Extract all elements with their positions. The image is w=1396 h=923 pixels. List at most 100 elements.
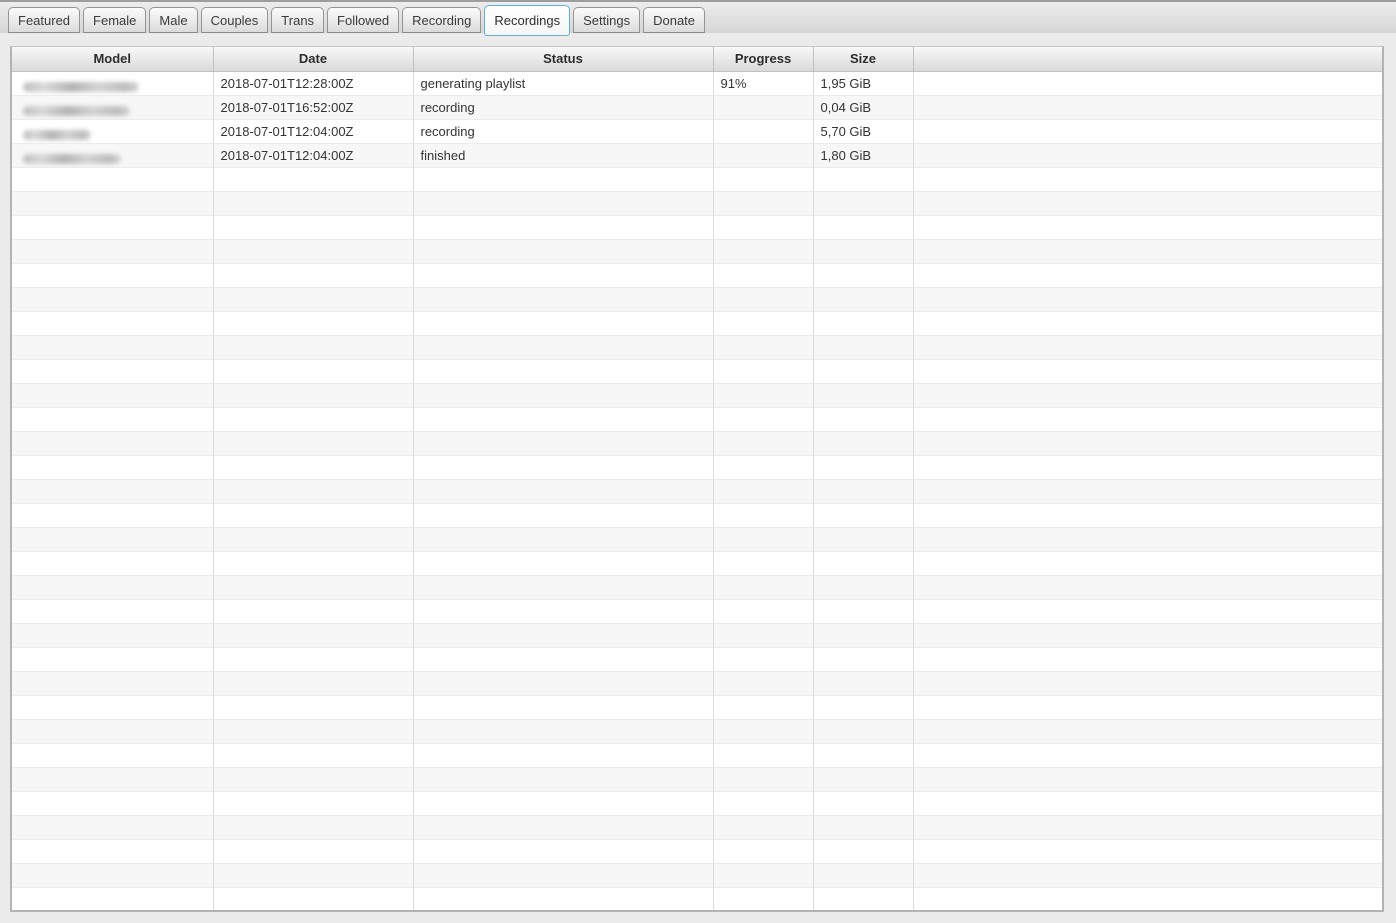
empty-cell xyxy=(213,527,414,552)
column-header-model[interactable]: Model xyxy=(12,47,214,72)
empty-cell xyxy=(213,575,414,600)
empty-row xyxy=(12,383,1382,408)
empty-cell xyxy=(713,503,814,528)
empty-cell xyxy=(913,719,1382,744)
empty-cell xyxy=(12,863,214,888)
tab-settings[interactable]: Settings xyxy=(573,7,641,33)
empty-row xyxy=(12,527,1382,552)
empty-cell xyxy=(213,743,414,768)
empty-cell xyxy=(813,647,914,672)
tab-donate[interactable]: Donate xyxy=(643,7,706,33)
empty-cell xyxy=(413,503,714,528)
empty-cell xyxy=(813,263,914,288)
empty-cell xyxy=(713,383,814,408)
empty-cell xyxy=(913,647,1382,672)
empty-cell xyxy=(713,551,814,576)
empty-row xyxy=(12,767,1382,792)
empty-cell xyxy=(12,359,214,384)
cell-model xyxy=(12,119,214,144)
column-header-progress[interactable]: Progress xyxy=(713,47,814,72)
empty-cell xyxy=(713,743,814,768)
empty-cell xyxy=(413,551,714,576)
cell-progress xyxy=(713,119,814,144)
empty-cell xyxy=(413,287,714,312)
tab-male[interactable]: Male xyxy=(149,7,198,33)
recordings-table: Model Date Status Progress Size 2018-07-01T1… xyxy=(12,47,1382,910)
empty-cell xyxy=(12,719,214,744)
empty-cell xyxy=(913,359,1382,384)
empty-cell xyxy=(12,815,214,840)
table-row[interactable]: 2018-07-01T12:04:00Z recording 5,70 GiB xyxy=(12,119,1382,144)
empty-cell xyxy=(213,839,414,864)
empty-row xyxy=(12,191,1382,216)
empty-cell xyxy=(12,599,214,624)
tab-featured[interactable]: Featured xyxy=(8,7,81,33)
empty-cell xyxy=(813,191,914,216)
tab-followed[interactable]: Followed xyxy=(327,7,400,33)
empty-cell xyxy=(213,167,414,192)
empty-cell xyxy=(913,887,1382,910)
empty-cell xyxy=(413,887,714,910)
empty-cell xyxy=(713,263,814,288)
empty-row xyxy=(12,647,1382,672)
empty-cell xyxy=(713,311,814,336)
column-header-status[interactable]: Status xyxy=(413,47,714,72)
empty-cell xyxy=(713,191,814,216)
empty-cell xyxy=(813,743,914,768)
empty-cell xyxy=(713,575,814,600)
empty-cell xyxy=(813,311,914,336)
empty-row xyxy=(12,239,1382,264)
tab-trans[interactable]: Trans xyxy=(271,7,325,33)
cell-model xyxy=(12,95,214,120)
empty-cell xyxy=(12,767,214,792)
empty-cell xyxy=(213,479,414,504)
empty-cell xyxy=(813,287,914,312)
empty-cell xyxy=(213,311,414,336)
empty-cell xyxy=(413,527,714,552)
table-row[interactable]: 2018-07-01T12:04:00Z finished 1,80 GiB xyxy=(12,143,1382,168)
empty-cell xyxy=(713,599,814,624)
empty-row xyxy=(12,791,1382,816)
column-header-date[interactable]: Date xyxy=(213,47,414,72)
empty-cell xyxy=(913,671,1382,696)
empty-cell xyxy=(913,167,1382,192)
empty-row xyxy=(12,695,1382,720)
table-row[interactable]: 2018-07-01T16:52:00Z recording 0,04 GiB xyxy=(12,95,1382,120)
empty-row xyxy=(12,839,1382,864)
cell-status: finished xyxy=(413,143,714,168)
cell-extra xyxy=(913,95,1382,120)
empty-cell xyxy=(12,647,214,672)
empty-cell xyxy=(413,647,714,672)
empty-cell xyxy=(813,575,914,600)
empty-cell xyxy=(713,431,814,456)
empty-cell xyxy=(713,719,814,744)
empty-cell xyxy=(813,887,914,910)
empty-row xyxy=(12,431,1382,456)
empty-cell xyxy=(713,791,814,816)
tab-recording[interactable]: Recording xyxy=(402,7,482,33)
empty-cell xyxy=(12,623,214,648)
empty-cell xyxy=(413,623,714,648)
empty-cell xyxy=(713,767,814,792)
empty-row xyxy=(12,335,1382,360)
tab-recordings[interactable]: Recordings xyxy=(484,5,571,36)
table-row[interactable]: 2018-07-01T12:28:00Z generating playlist 9… xyxy=(12,71,1382,96)
empty-cell xyxy=(913,335,1382,360)
tab-female[interactable]: Female xyxy=(83,7,147,33)
column-header-size[interactable]: Size xyxy=(813,47,914,72)
empty-cell xyxy=(12,695,214,720)
empty-cell xyxy=(813,431,914,456)
empty-cell xyxy=(713,647,814,672)
empty-row xyxy=(12,599,1382,624)
empty-cell xyxy=(813,503,914,528)
empty-cell xyxy=(813,383,914,408)
empty-cell xyxy=(713,287,814,312)
tab-couples[interactable]: Couples xyxy=(200,7,269,33)
empty-cell xyxy=(913,191,1382,216)
empty-cell xyxy=(813,551,914,576)
empty-cell xyxy=(813,215,914,240)
cell-date: 2018-07-01T12:04:00Z xyxy=(213,119,414,144)
empty-cell xyxy=(413,191,714,216)
empty-cell xyxy=(813,407,914,432)
empty-cell xyxy=(913,263,1382,288)
